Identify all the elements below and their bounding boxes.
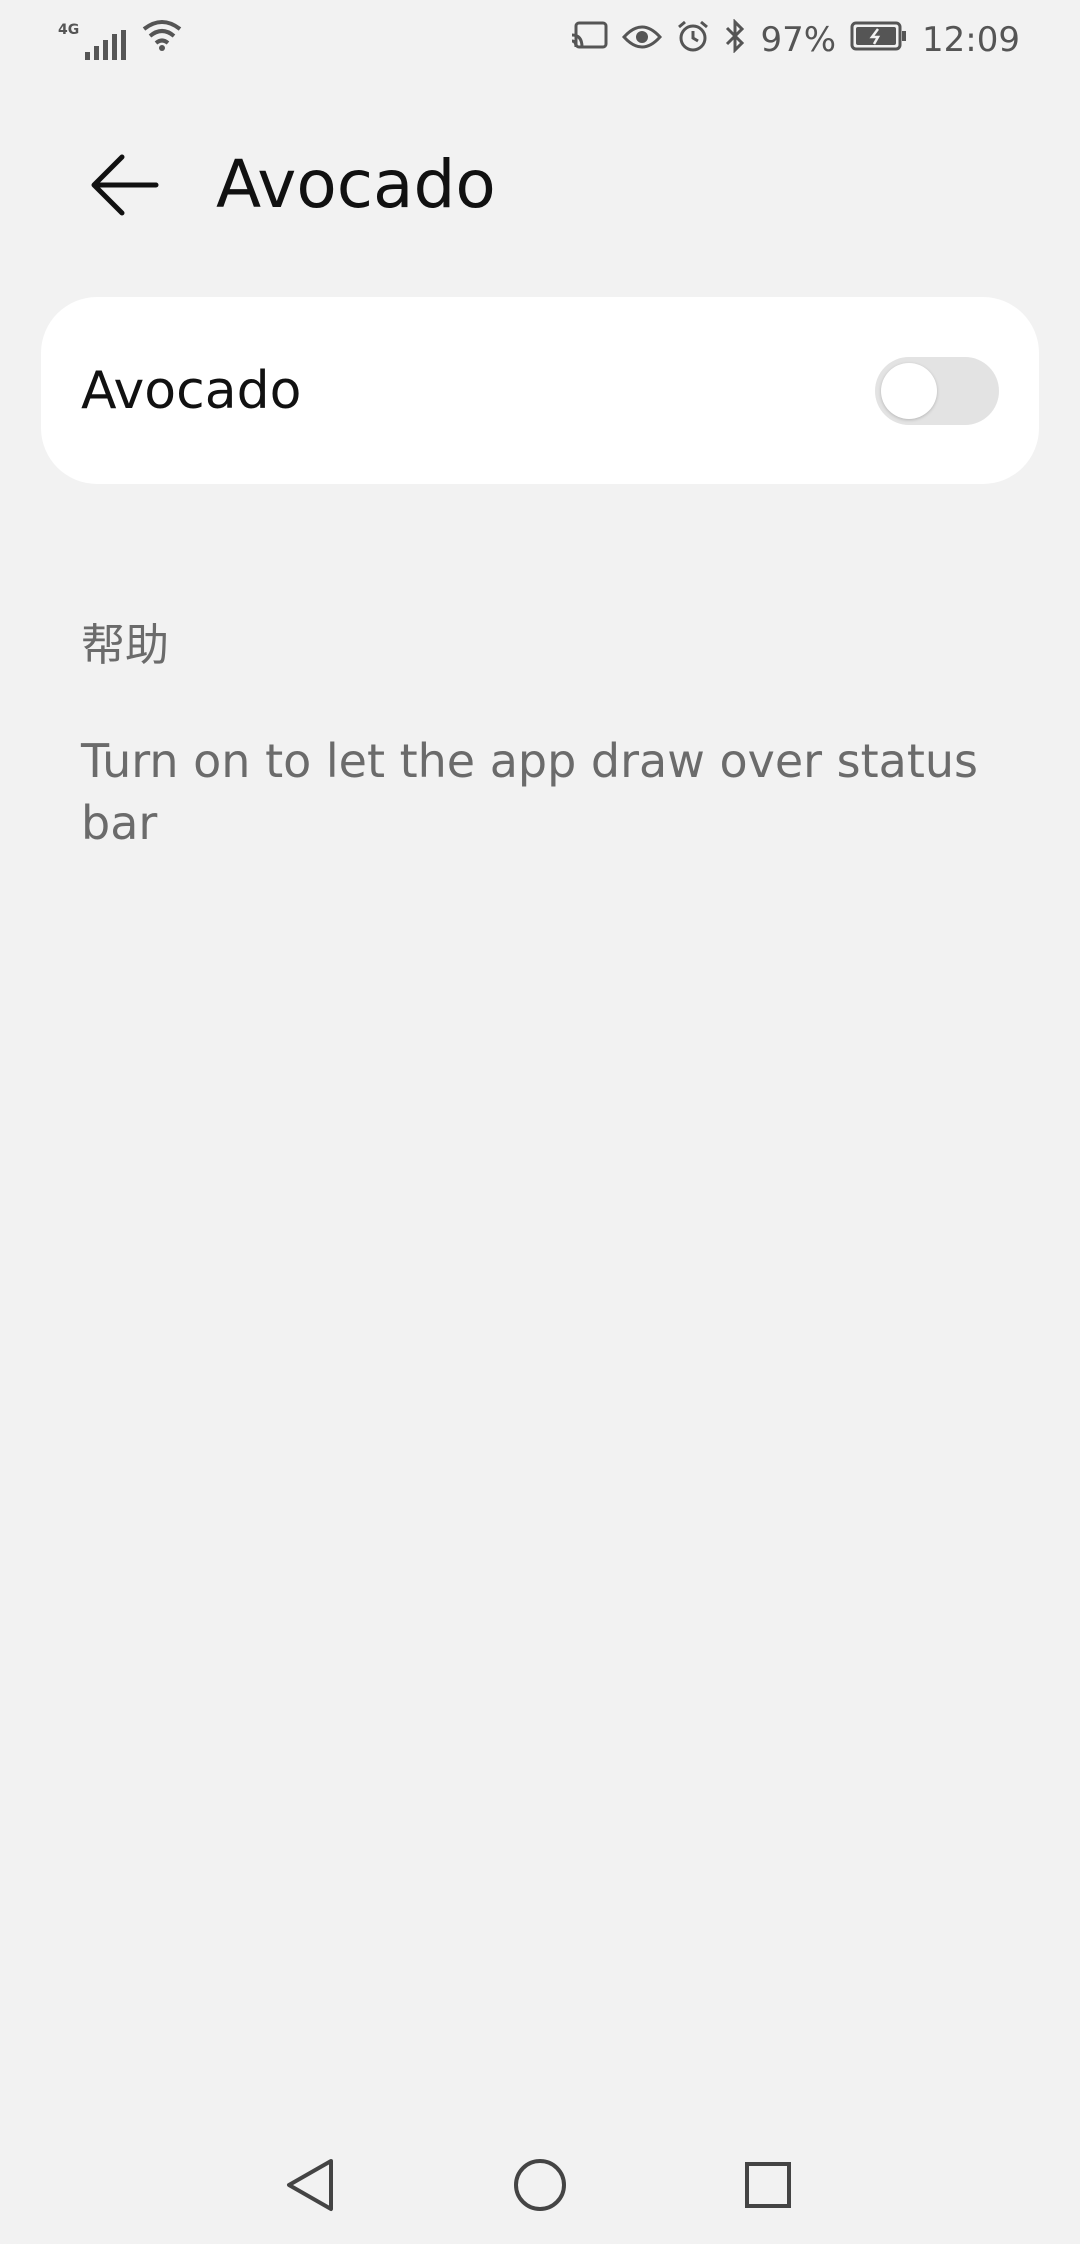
cast-icon (570, 20, 608, 60)
navigation-bar (0, 2140, 1080, 2230)
page-title: Avocado (216, 146, 496, 223)
battery-icon (850, 20, 908, 60)
alarm-icon (676, 19, 710, 62)
toggle-knob (881, 363, 937, 419)
nav-back-button[interactable] (275, 2150, 345, 2220)
nav-home-button[interactable] (505, 2150, 575, 2220)
avocado-toggle[interactable] (875, 357, 999, 425)
help-section-header: 帮助 (81, 620, 169, 671)
eye-icon (622, 20, 663, 60)
clock: 12:09 (922, 20, 1020, 60)
back-arrow-icon (91, 154, 159, 216)
nav-recents-button[interactable] (733, 2150, 803, 2220)
recents-square-icon (745, 2162, 791, 2208)
screen: 4G 97% 12:09 Avocado Avocado 帮助 Turn on … (0, 0, 1080, 2244)
battery-percent: 97% (760, 20, 837, 60)
status-left: 4G (58, 18, 182, 60)
bluetooth-icon (724, 17, 746, 62)
app-header: Avocado (0, 120, 1080, 240)
wifi-icon (142, 19, 182, 60)
back-triangle-icon (287, 2159, 333, 2211)
setting-card: Avocado (41, 297, 1039, 484)
help-description: Turn on to let the app draw over status … (81, 734, 979, 850)
back-button[interactable] (80, 140, 170, 230)
network-type-label: 4G (58, 22, 80, 38)
home-circle-icon (514, 2159, 566, 2211)
status-bar: 4G 97% 12:09 (0, 0, 1080, 80)
setting-label: Avocado (81, 361, 302, 421)
signal-icon (85, 30, 127, 60)
status-right: 97% 12:09 (570, 17, 1020, 62)
